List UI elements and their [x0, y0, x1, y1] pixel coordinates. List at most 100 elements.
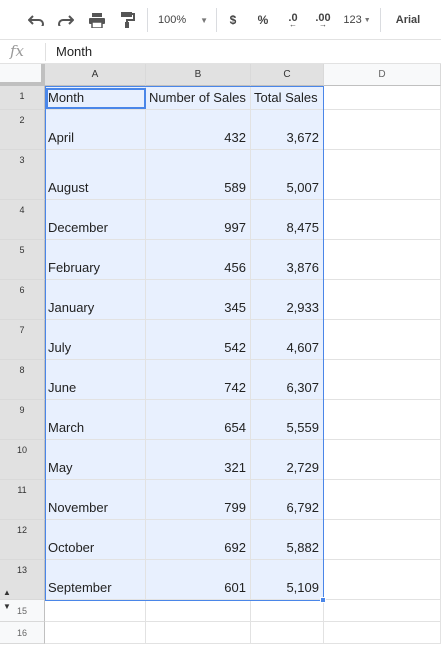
- currency-format-button[interactable]: $: [222, 0, 244, 40]
- cell-total-sales[interactable]: 5,882: [251, 520, 324, 560]
- column-header-a[interactable]: A: [45, 64, 146, 86]
- cell-number-of-sales[interactable]: 432: [146, 110, 251, 150]
- cell-empty[interactable]: [324, 480, 441, 520]
- select-all-corner[interactable]: [0, 64, 45, 86]
- cell-empty[interactable]: [324, 520, 441, 560]
- cell-month[interactable]: Month: [45, 86, 146, 110]
- column-header-c[interactable]: C: [251, 64, 324, 86]
- undo-icon[interactable]: [24, 0, 48, 40]
- hidden-rows-down-icon[interactable]: ▼: [3, 602, 11, 611]
- zoom-select[interactable]: 100% ▼: [153, 0, 213, 40]
- cell-empty[interactable]: [324, 600, 441, 622]
- row-header[interactable]: ▼ 15: [0, 600, 45, 622]
- cell-empty[interactable]: [251, 600, 324, 622]
- row-header[interactable]: 5: [0, 240, 45, 280]
- row-header[interactable]: 9: [0, 400, 45, 440]
- hidden-rows-up-icon[interactable]: ▲: [3, 588, 11, 597]
- cell-total-sales[interactable]: 4,607: [251, 320, 324, 360]
- cell-total-sales[interactable]: 5,007: [251, 150, 324, 200]
- cell-empty[interactable]: [324, 360, 441, 400]
- cell-total-sales[interactable]: 3,876: [251, 240, 324, 280]
- cell-total-sales[interactable]: 2,933: [251, 280, 324, 320]
- cell-total-sales[interactable]: 6,792: [251, 480, 324, 520]
- cell-empty[interactable]: [324, 320, 441, 360]
- column-header-d[interactable]: D: [324, 64, 441, 86]
- cell-month[interactable]: July: [45, 320, 146, 360]
- cell-value: 321: [224, 460, 246, 475]
- cell-month[interactable]: April: [45, 110, 146, 150]
- cell-empty[interactable]: [324, 622, 441, 644]
- font-select[interactable]: Arial: [388, 0, 428, 40]
- cell-empty[interactable]: [324, 280, 441, 320]
- cell-total-sales[interactable]: 5,109: [251, 560, 324, 600]
- cell-month[interactable]: January: [45, 280, 146, 320]
- decrease-decimal-button[interactable]: .0 ←: [282, 0, 304, 40]
- cell-number-of-sales[interactable]: 997: [146, 200, 251, 240]
- cell-month[interactable]: November: [45, 480, 146, 520]
- cell-empty[interactable]: [146, 622, 251, 644]
- increase-decimal-button[interactable]: .00 →: [310, 0, 336, 40]
- cell-number-of-sales[interactable]: 654: [146, 400, 251, 440]
- more-formats-select[interactable]: 123 ▼: [340, 0, 374, 40]
- cell-empty[interactable]: [324, 240, 441, 280]
- cell-month[interactable]: February: [45, 240, 146, 280]
- cell-empty[interactable]: [324, 150, 441, 200]
- cell-empty[interactable]: [324, 400, 441, 440]
- cell-number-of-sales[interactable]: 601: [146, 560, 251, 600]
- cell-total-sales[interactable]: 5,559: [251, 400, 324, 440]
- cell-empty[interactable]: [324, 200, 441, 240]
- cell-number-of-sales[interactable]: Number of Sales: [146, 86, 251, 110]
- cell-empty[interactable]: [45, 600, 146, 622]
- cell-number-of-sales[interactable]: 692: [146, 520, 251, 560]
- cell-month[interactable]: March: [45, 400, 146, 440]
- cell-empty[interactable]: [146, 600, 251, 622]
- percent-format-button[interactable]: %: [252, 0, 274, 40]
- cell-number-of-sales[interactable]: 542: [146, 320, 251, 360]
- cell-month[interactable]: October: [45, 520, 146, 560]
- cell-value: Total Sales: [254, 90, 318, 105]
- cell-empty[interactable]: [45, 622, 146, 644]
- cell-month[interactable]: September: [45, 560, 146, 600]
- row-header[interactable]: 8: [0, 360, 45, 400]
- cell-value: 456: [224, 260, 246, 275]
- print-icon[interactable]: [85, 0, 109, 40]
- cell-value: September: [48, 580, 112, 595]
- row-header[interactable]: 1: [0, 86, 45, 110]
- column-header-b[interactable]: B: [146, 64, 251, 86]
- formula-input[interactable]: Month: [56, 44, 92, 59]
- cell-number-of-sales[interactable]: 456: [146, 240, 251, 280]
- cell-month[interactable]: May: [45, 440, 146, 480]
- row-header[interactable]: 12: [0, 520, 45, 560]
- cell-month[interactable]: June: [45, 360, 146, 400]
- redo-icon[interactable]: [54, 0, 78, 40]
- cell-total-sales[interactable]: Total Sales: [251, 86, 324, 110]
- cell-number-of-sales[interactable]: 589: [146, 150, 251, 200]
- cell-month[interactable]: August: [45, 150, 146, 200]
- cell-empty[interactable]: [324, 110, 441, 150]
- paint-format-icon[interactable]: [116, 0, 140, 40]
- cell-month[interactable]: December: [45, 200, 146, 240]
- row-header[interactable]: 6: [0, 280, 45, 320]
- cell-total-sales[interactable]: 8,475: [251, 200, 324, 240]
- row-header[interactable]: 16: [0, 622, 45, 644]
- row-header[interactable]: 7: [0, 320, 45, 360]
- cell-empty[interactable]: [324, 440, 441, 480]
- cell-number-of-sales[interactable]: 799: [146, 480, 251, 520]
- cell-empty[interactable]: [324, 86, 441, 110]
- cell-number-of-sales[interactable]: 345: [146, 280, 251, 320]
- cell-total-sales[interactable]: 3,672: [251, 110, 324, 150]
- row-header[interactable]: 2: [0, 110, 45, 150]
- row-header[interactable]: 4: [0, 200, 45, 240]
- cell-empty[interactable]: [324, 560, 441, 600]
- fill-handle[interactable]: [320, 597, 326, 603]
- row-header[interactable]: 11: [0, 480, 45, 520]
- cell-empty[interactable]: [251, 622, 324, 644]
- row-header[interactable]: 13 ▲: [0, 560, 45, 600]
- row-header[interactable]: 10: [0, 440, 45, 480]
- row-header[interactable]: 3: [0, 150, 45, 200]
- cell-total-sales[interactable]: 6,307: [251, 360, 324, 400]
- cell-value: 8,475: [286, 220, 319, 235]
- cell-total-sales[interactable]: 2,729: [251, 440, 324, 480]
- cell-number-of-sales[interactable]: 742: [146, 360, 251, 400]
- cell-number-of-sales[interactable]: 321: [146, 440, 251, 480]
